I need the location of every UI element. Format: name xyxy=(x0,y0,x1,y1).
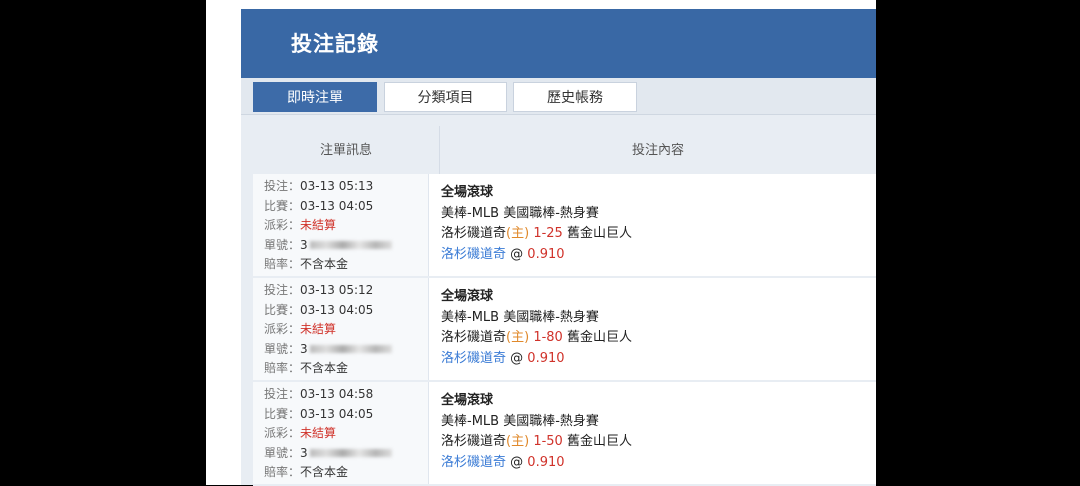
handicap-line: 1-80 xyxy=(533,330,563,345)
tab-history[interactable]: 歷史帳務 xyxy=(513,82,637,112)
page-title: 投注記錄 xyxy=(291,31,379,56)
payout-status: 未結算 xyxy=(300,322,337,336)
tab-live-bets[interactable]: 即時注單 xyxy=(253,82,377,112)
match-time-value: 03-13 04:05 xyxy=(300,302,374,317)
market-name: 全場滾球 xyxy=(441,289,494,304)
picked-team: 洛杉磯道奇 xyxy=(441,246,507,262)
ticket-number-redacted xyxy=(309,449,392,457)
match-time-value: 03-13 04:05 xyxy=(300,198,374,213)
at-symbol: @ xyxy=(510,454,524,470)
table-header: 注單訊息 投注內容 xyxy=(253,126,876,174)
bet-info-cell: 投注：03-13 05:13 比賽：03-13 04:05 派彩：未結算 單號：… xyxy=(253,174,428,276)
matchup: 洛杉磯道奇(主) 1-25 舊金山巨人 xyxy=(441,224,876,245)
bet-time-label: 投注： xyxy=(264,387,301,401)
home-tag: (主) xyxy=(506,330,530,345)
ticket-number: 3 xyxy=(300,445,308,460)
handicap-line: 1-50 xyxy=(533,434,563,449)
ticket-number: 3 xyxy=(300,237,308,252)
bet-content-cell: 全場滾球 美棒-MLB 美國職棒-熱身賽 洛杉磯道奇(主) 1-80 舊金山巨人… xyxy=(428,278,876,380)
column-header-info: 注單訊息 xyxy=(319,143,372,158)
bet-time-label: 投注： xyxy=(264,283,301,297)
tab-categories[interactable]: 分類項目 xyxy=(384,82,507,112)
tab-bar: 即時注單 分類項目 歷史帳務 xyxy=(241,78,876,115)
odds-value: 0.910 xyxy=(527,454,565,470)
league-name: 美棒-MLB 美國職棒-熱身賽 xyxy=(441,309,599,325)
odds-type-value: 不含本金 xyxy=(300,361,349,375)
bet-info-cell: 投注：03-13 05:12 比賽：03-13 04:05 派彩：未結算 單號：… xyxy=(253,278,428,380)
odds-type-value: 不含本金 xyxy=(300,257,349,271)
home-team: 洛杉磯道奇 xyxy=(441,434,507,449)
bet-content-cell: 全場滾球 美棒-MLB 美國職棒-熱身賽 洛杉磯道奇(主) 1-25 舊金山巨人… xyxy=(428,174,876,276)
home-tag: (主) xyxy=(506,434,530,449)
table-row: 投注：03-13 05:12 比賽：03-13 04:05 派彩：未結算 單號：… xyxy=(253,278,876,382)
market-name: 全場滾球 xyxy=(441,393,494,408)
at-symbol: @ xyxy=(510,350,524,366)
away-team: 舊金山巨人 xyxy=(566,330,632,345)
odds-type-label: 賠率： xyxy=(264,257,301,271)
odds-value: 0.910 xyxy=(527,246,565,262)
bet-content-cell: 全場滾球 美棒-MLB 美國職棒-熱身賽 洛杉磯道奇(主) 1-50 舊金山巨人… xyxy=(428,382,876,484)
selection: 洛杉磯道奇 @ 0.910 xyxy=(441,245,876,266)
bet-info-cell: 投注：03-13 04:58 比賽：03-13 04:05 派彩：未結算 單號：… xyxy=(253,382,428,484)
away-team: 舊金山巨人 xyxy=(566,434,632,449)
ticket-label: 單號： xyxy=(264,341,301,356)
odds-type-value: 不含本金 xyxy=(300,465,349,479)
matchup: 洛杉磯道奇(主) 1-50 舊金山巨人 xyxy=(441,432,876,453)
bet-time-value: 03-13 05:13 xyxy=(300,179,374,193)
bets-table: 注單訊息 投注內容 投注：03-13 05:13 比賽：03-13 04:05 … xyxy=(253,126,876,486)
matchup: 洛杉磯道奇(主) 1-80 舊金山巨人 xyxy=(441,328,876,349)
bet-time-label: 投注： xyxy=(264,179,301,193)
league-name: 美棒-MLB 美國職棒-熱身賽 xyxy=(441,413,599,429)
ticket-label: 單號： xyxy=(264,445,301,460)
ticket-number-redacted xyxy=(309,345,392,353)
home-team: 洛杉磯道奇 xyxy=(441,226,507,241)
market-name: 全場滾球 xyxy=(441,185,494,200)
home-tag: (主) xyxy=(506,226,530,241)
table-row: 投注：03-13 05:13 比賽：03-13 04:05 派彩：未結算 單號：… xyxy=(253,174,876,278)
selection: 洛杉磯道奇 @ 0.910 xyxy=(441,349,876,370)
league-name: 美棒-MLB 美國職棒-熱身賽 xyxy=(441,205,599,221)
odds-value: 0.910 xyxy=(527,350,565,366)
match-time-label: 比賽： xyxy=(264,198,301,213)
handicap-line: 1-25 xyxy=(533,226,563,241)
at-symbol: @ xyxy=(510,246,524,262)
ticket-number-redacted xyxy=(309,241,392,249)
ticket-number: 3 xyxy=(300,341,308,356)
payout-status: 未結算 xyxy=(300,218,337,232)
payout-status: 未結算 xyxy=(300,426,337,440)
bet-time-value: 03-13 05:12 xyxy=(300,283,374,297)
away-team: 舊金山巨人 xyxy=(566,226,632,241)
bet-time-value: 03-13 04:58 xyxy=(300,387,374,401)
selection: 洛杉磯道奇 @ 0.910 xyxy=(441,453,876,474)
match-time-label: 比賽： xyxy=(264,302,301,317)
payout-label: 派彩： xyxy=(264,218,301,232)
picked-team: 洛杉磯道奇 xyxy=(441,454,507,470)
match-time-label: 比賽： xyxy=(264,406,301,421)
table-row: 投注：03-13 04:58 比賽：03-13 04:05 派彩：未結算 單號：… xyxy=(253,382,876,486)
odds-type-label: 賠率： xyxy=(264,361,301,375)
payout-label: 派彩： xyxy=(264,322,301,336)
picked-team: 洛杉磯道奇 xyxy=(441,350,507,366)
panel-header: 投注記錄 xyxy=(241,9,876,78)
odds-type-label: 賠率： xyxy=(264,465,301,479)
ticket-label: 單號： xyxy=(264,237,301,252)
payout-label: 派彩： xyxy=(264,426,301,440)
match-time-value: 03-13 04:05 xyxy=(300,406,374,421)
home-team: 洛杉磯道奇 xyxy=(441,330,507,345)
column-header-content: 投注內容 xyxy=(439,126,876,174)
